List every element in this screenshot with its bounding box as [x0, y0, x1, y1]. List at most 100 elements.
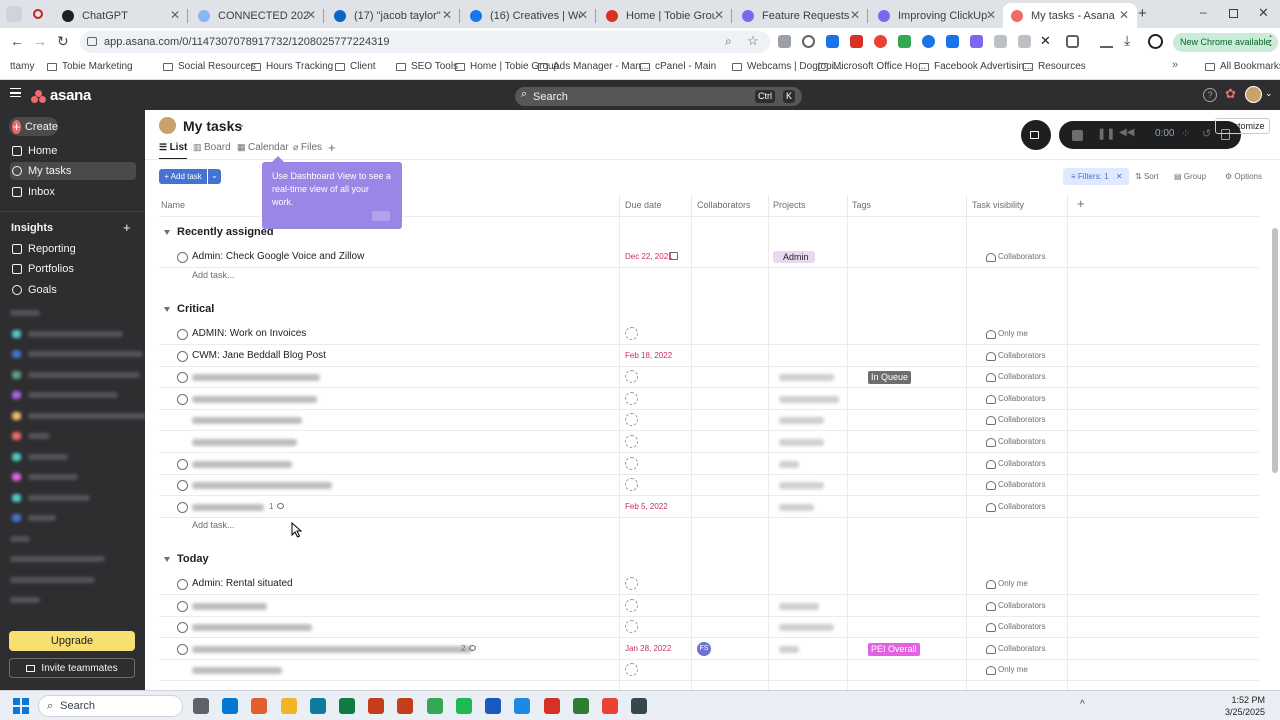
task-name-redacted[interactable] — [192, 439, 297, 446]
complete-task-checkbox[interactable] — [177, 622, 188, 634]
section-toggle-icon[interactable] — [164, 307, 170, 312]
task-row[interactable]: Collaborators — [159, 389, 1259, 410]
new-tab-icon[interactable]: + — [1138, 5, 1147, 22]
avatar[interactable] — [159, 117, 176, 134]
complete-task-checkbox[interactable] — [177, 600, 188, 612]
x-icon[interactable]: ✕ — [1040, 33, 1051, 49]
extension-icon[interactable] — [850, 35, 863, 48]
create-button[interactable]: + Create — [9, 117, 58, 136]
help-icon[interactable]: ? — [1203, 88, 1217, 102]
settings-icon[interactable]: ✿ — [1225, 86, 1236, 102]
task-name-redacted[interactable] — [192, 460, 292, 468]
bookmark-star-icon[interactable]: ☆ — [747, 33, 759, 49]
bookmark-item[interactable]: Facebook Advertisin... — [919, 61, 1032, 72]
complete-task-checkbox[interactable] — [177, 501, 188, 513]
column-header-tags[interactable]: Tags — [852, 200, 871, 210]
project-pill-redacted[interactable] — [779, 503, 814, 511]
column-header-task-visibility[interactable]: Task visibility — [972, 200, 1024, 210]
task-name-redacted[interactable] — [192, 645, 472, 653]
windows-start-icon[interactable] — [13, 698, 29, 714]
close-tab-icon[interactable]: ✕ — [578, 8, 588, 22]
column-header-due-date[interactable]: Due date — [625, 200, 662, 210]
task-name-redacted[interactable] — [192, 374, 320, 382]
upgrade-button[interactable]: Upgrade — [9, 631, 135, 651]
column-header-name[interactable]: Name — [161, 200, 185, 210]
close-tab-icon[interactable]: ✕ — [442, 8, 452, 22]
task-visibility[interactable]: Collaborators — [986, 415, 1046, 426]
customize-button[interactable]: Customize — [1215, 118, 1270, 134]
sidebar-project-item[interactable] — [10, 310, 40, 316]
grid-icon[interactable]: ⁘ — [1181, 127, 1190, 140]
new-chrome-available-button[interactable]: New Chrome available — [1173, 33, 1278, 52]
task-visibility[interactable]: Collaborators — [986, 437, 1046, 447]
add-tab-icon[interactable]: + — [328, 140, 336, 155]
sidebar-project-item[interactable] — [28, 412, 146, 419]
download-icon[interactable]: ⤓ — [1124, 32, 1130, 49]
due-date-calendar-icon[interactable] — [625, 620, 638, 634]
task-name[interactable]: ADMIN: Work on Invoices — [192, 328, 306, 339]
rewind-icon[interactable]: ◀◀ — [1119, 127, 1134, 138]
tray-chevron-icon[interactable]: ^ — [1080, 699, 1085, 710]
task-name-redacted[interactable] — [192, 667, 282, 675]
scrollbar[interactable] — [1272, 228, 1278, 473]
app-icon[interactable] — [573, 698, 589, 714]
section-title[interactable]: Critical — [177, 303, 214, 315]
task-row[interactable]: Collaborators — [159, 454, 1259, 475]
app-icon[interactable] — [631, 698, 647, 714]
stop-icon[interactable] — [1072, 130, 1083, 141]
clear-filter-icon[interactable]: ✕ — [1116, 168, 1123, 185]
collaborator-avatar[interactable]: FS — [697, 641, 711, 656]
spotify-icon[interactable] — [456, 698, 472, 714]
close-tab-icon[interactable]: ✕ — [170, 8, 180, 22]
task-name-redacted[interactable] — [192, 602, 267, 610]
options-button[interactable]: ⚙ Options — [1225, 172, 1262, 181]
browser-tab[interactable]: CONNECTED 2025 | The✕ — [190, 3, 324, 28]
sidebar-project-item[interactable] — [28, 453, 68, 460]
task-name-redacted[interactable] — [192, 503, 264, 511]
asana-logo[interactable]: asana — [31, 87, 91, 104]
task-visibility[interactable]: Collaborators — [986, 394, 1046, 404]
close-tab-icon[interactable]: ✕ — [1119, 8, 1129, 22]
edge-icon[interactable] — [310, 698, 326, 714]
task-row[interactable]: 2 Jan 28, 2022 FS PEI Overall Collaborators — [159, 639, 1259, 660]
sidebar-item-home[interactable]: Home — [10, 142, 136, 160]
task-visibility[interactable]: Only me — [986, 665, 1028, 676]
sidebar-item-my-tasks[interactable]: My tasks — [10, 162, 136, 180]
due-date[interactable]: Jan 28, 2022 — [625, 644, 671, 653]
teams-icon[interactable] — [222, 698, 238, 714]
bookmark-item[interactable]: cPanel - Main — [640, 61, 716, 72]
sidebar-project-item[interactable] — [28, 392, 118, 398]
zoom-icon[interactable]: ⌕ — [725, 34, 732, 49]
camera-button[interactable] — [1021, 120, 1051, 150]
invite-teammates-button[interactable]: Invite teammates — [9, 658, 135, 678]
sidebar-item-goals[interactable]: Goals — [10, 281, 136, 299]
sidebar-project-item[interactable] — [10, 556, 105, 562]
sidebar-project-item[interactable] — [28, 351, 143, 357]
due-date[interactable]: Feb 5, 2022 — [625, 502, 668, 511]
add-insight-icon[interactable]: + — [123, 220, 131, 235]
task-visibility[interactable]: Collaborators — [986, 480, 1046, 491]
bookmark-item[interactable]: Social Resources — [163, 61, 256, 72]
copilot-icon[interactable] — [251, 698, 267, 714]
add-task-inline[interactable]: Add task... — [192, 520, 235, 530]
task-visibility[interactable]: Only me — [986, 329, 1028, 339]
task-row[interactable]: 1 Feb 5, 2022 Collaborators — [159, 497, 1259, 518]
project-pill-redacted[interactable] — [779, 624, 834, 632]
clock[interactable]: 1:52 PM 3/25/2025 — [1225, 694, 1265, 718]
task-name[interactable]: Admin: Check Google Voice and Zillow — [192, 251, 364, 262]
add-task-dropdown[interactable]: ⌄ — [208, 169, 221, 184]
section-toggle-icon[interactable] — [164, 230, 170, 235]
complete-task-checkbox[interactable] — [177, 393, 188, 405]
complete-task-checkbox[interactable] — [177, 372, 188, 384]
due-date-calendar-icon[interactable] — [625, 456, 638, 470]
task-row[interactable]: Admin: Check Google Voice and Zillow Dec … — [159, 247, 1259, 268]
media-icon[interactable] — [1100, 35, 1113, 48]
task-visibility[interactable]: Collaborators — [986, 601, 1046, 611]
group-button[interactable]: ▤ Group — [1174, 172, 1206, 181]
minimize-icon[interactable]: – — [1200, 5, 1207, 19]
task-name-redacted[interactable] — [192, 395, 317, 403]
add-task-inline[interactable]: Add task... — [192, 270, 235, 280]
back-icon[interactable]: ← — [10, 33, 24, 49]
dashboard-tooltip[interactable]: Use Dashboard View to see a real-time vi… — [262, 156, 402, 229]
task-row[interactable]: Collaborators — [159, 475, 1259, 497]
